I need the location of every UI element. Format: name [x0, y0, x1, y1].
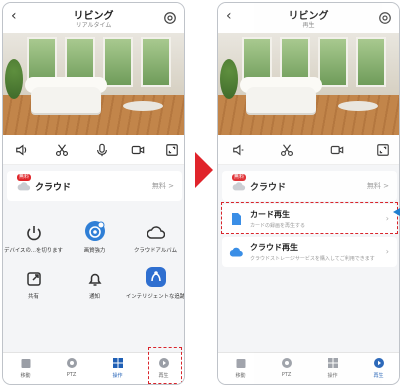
card-playback-highlight — [221, 202, 398, 234]
cloud-service-card[interactable]: 無料 クラウド 無料 > — [7, 171, 182, 201]
tab-move[interactable]: 移動 — [3, 357, 48, 379]
settings-gear-icon[interactable] — [163, 11, 177, 25]
record-video-icon[interactable] — [330, 143, 344, 157]
image-enhance-button[interactable]: 画質強力 — [64, 220, 125, 254]
tab-label: PTZ — [66, 372, 77, 378]
transition-arrow — [195, 152, 213, 188]
tab-move[interactable]: 移動 — [218, 357, 263, 379]
notification-button[interactable]: 通知 — [64, 270, 125, 300]
bell-icon — [88, 273, 101, 286]
cloud-badge-icon — [17, 182, 31, 191]
speaker-icon[interactable] — [232, 143, 246, 157]
tab-ptz[interactable]: PTZ — [49, 357, 94, 378]
cloud-label: クラウド — [250, 183, 287, 193]
cloud-label: クラウド — [35, 183, 72, 193]
list-item-desc: クラウドストレージサービスを購入してご利用できます — [250, 256, 375, 262]
grid-icon — [112, 358, 123, 368]
microphone-icon[interactable] — [95, 143, 109, 157]
tab-label: 移動 — [235, 373, 246, 379]
chevron-right-icon: › — [385, 247, 389, 256]
play-icon — [373, 358, 384, 368]
fullscreen-icon[interactable] — [165, 143, 179, 157]
share-button[interactable]: 共有 — [3, 270, 64, 300]
cloud-album-button[interactable]: クラウドアルバム — [125, 224, 184, 254]
phone-playback-view: ‹ リビング 再生 無料 クラウド 無料 > カード再生 カードの録画を再生する — [217, 2, 400, 385]
tab-ptz[interactable]: PTZ — [264, 357, 309, 378]
tab-label: 操作 — [112, 373, 123, 379]
grid-label: 画質強力 — [83, 248, 106, 254]
cloud-status: 無料 > — [151, 182, 174, 190]
cloud-badge-icon — [232, 182, 246, 191]
tab-playback[interactable]: 再生 — [356, 357, 399, 379]
free-badge: 無料 — [17, 174, 32, 181]
page-subtitle: 再生 — [302, 22, 315, 29]
tab-operation[interactable]: 操作 — [310, 357, 355, 379]
pointer-arrow-icon — [393, 208, 400, 216]
grid-label: 共有 — [28, 294, 39, 300]
screenshot-scissors-icon[interactable] — [55, 143, 69, 157]
smart-tracking-button[interactable]: インテリジェントな追跡 — [125, 266, 185, 300]
video-toolbar — [218, 135, 399, 165]
phone-live-view: ‹ リビング リアルタイム 無料 クラウド 無料 > デバイスの...を切ります… — [2, 2, 185, 385]
nav-bar: ‹ リビング リアルタイム — [3, 3, 184, 33]
cloud-playback-item[interactable]: クラウド再生 クラウドストレージサービスを購入してご利用できます › — [222, 237, 397, 267]
grid-label: インテリジェントな追跡 — [125, 294, 185, 300]
camera-video-feed[interactable] — [3, 33, 184, 135]
enhance-icon — [84, 221, 105, 241]
tab-label: 再生 — [373, 373, 384, 379]
cloud-status: 無料 > — [366, 182, 389, 190]
fullscreen-icon[interactable] — [376, 143, 390, 157]
grid-icon — [327, 358, 338, 368]
speaker-icon[interactable] — [15, 143, 29, 157]
cloud-icon — [229, 247, 243, 257]
bottom-tab-bar: 移動 PTZ 操作 再生 — [3, 347, 184, 384]
ptz-icon — [66, 358, 77, 368]
playback-tab-highlight — [148, 347, 182, 384]
list-item-title: クラウド再生 — [250, 243, 298, 252]
grid-label: 通知 — [89, 294, 100, 300]
ptz-icon — [281, 358, 292, 368]
settings-gear-icon[interactable] — [378, 11, 392, 25]
grid-label: クラウドアルバム — [133, 248, 178, 254]
tab-label: 操作 — [327, 373, 338, 379]
cloud-service-card[interactable]: 無料 クラウド 無料 > — [222, 171, 397, 201]
calendar-icon — [21, 359, 30, 368]
tab-operation[interactable]: 操作 — [95, 357, 140, 379]
page-subtitle: リアルタイム — [75, 22, 112, 29]
grid-label: デバイスの...を切ります — [4, 248, 63, 254]
camera-video-feed[interactable] — [218, 33, 399, 135]
power-icon — [26, 226, 41, 241]
video-toolbar — [3, 135, 184, 165]
tracking-icon — [145, 267, 166, 287]
free-badge: 無料 — [232, 174, 247, 181]
share-icon — [26, 272, 41, 286]
tab-label: PTZ — [281, 372, 292, 378]
power-off-button[interactable]: デバイスの...を切ります — [3, 224, 64, 254]
screenshot-scissors-icon[interactable] — [280, 143, 294, 157]
calendar-icon — [236, 359, 245, 368]
record-video-icon[interactable] — [131, 143, 145, 157]
nav-bar: ‹ リビング 再生 — [218, 3, 399, 33]
bottom-tab-bar: 移動 PTZ 操作 再生 — [218, 352, 399, 384]
cloud-album-icon — [146, 226, 165, 239]
tab-label: 移動 — [20, 373, 31, 379]
